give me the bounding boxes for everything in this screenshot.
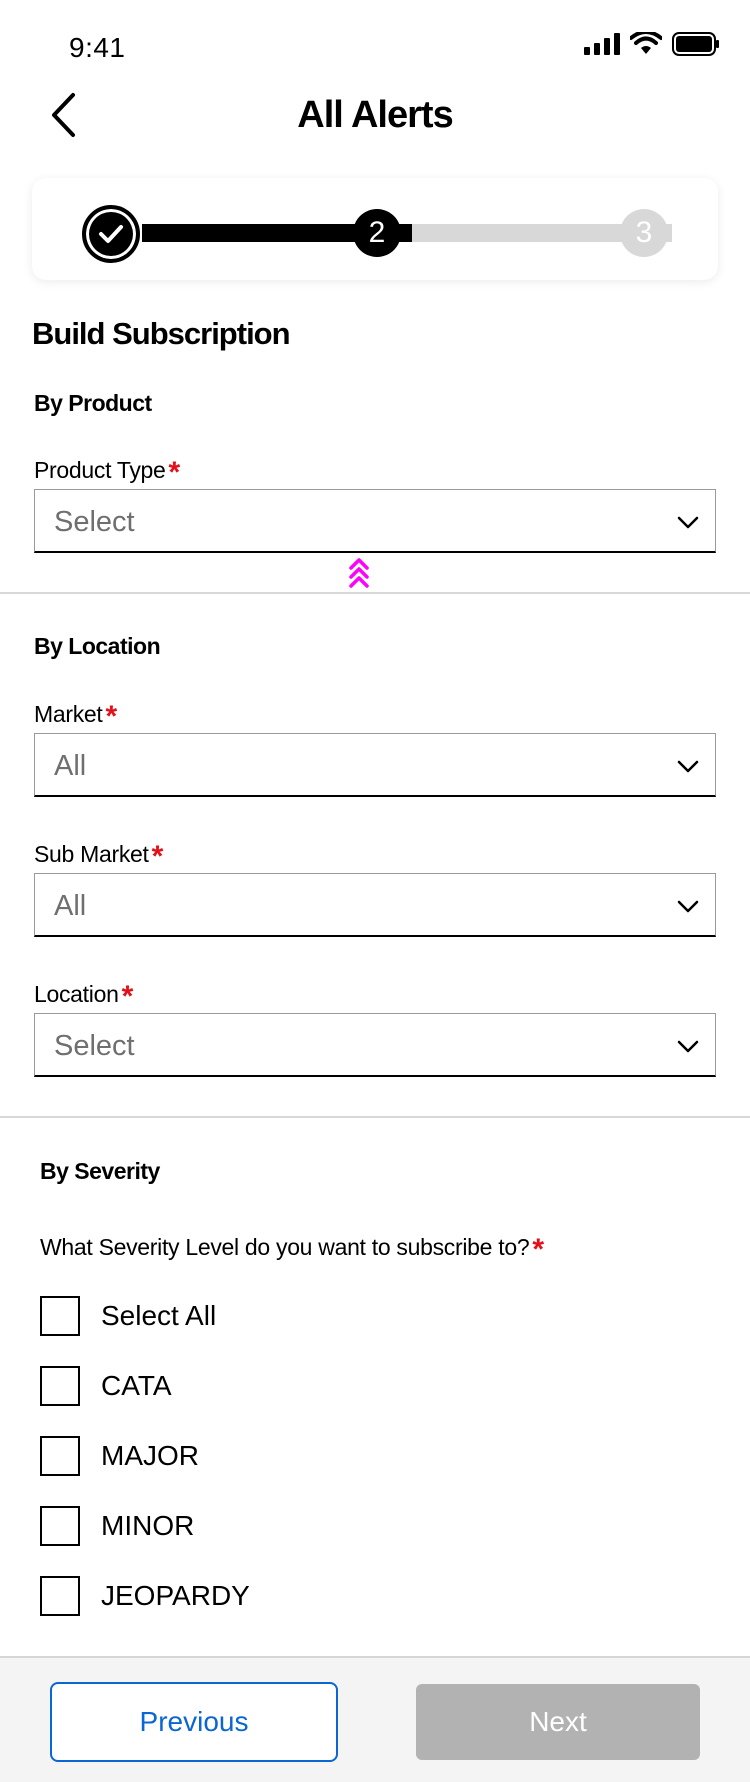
checkbox-label: JEOPARDY — [101, 1580, 250, 1611]
product-type-select[interactable]: Select — [34, 489, 716, 553]
checkbox-label: MINOR — [101, 1510, 195, 1541]
wifi-icon — [630, 32, 662, 54]
next-button[interactable]: Next — [416, 1684, 700, 1760]
checkbox-label: Select All — [101, 1300, 217, 1331]
chevron-down-icon — [677, 516, 699, 529]
market-select[interactable]: All — [34, 733, 716, 797]
checkbox-jeopardy[interactable]: JEOPARDY — [40, 1576, 250, 1616]
checkbox-major[interactable]: MAJOR — [40, 1436, 199, 1476]
check-icon — [99, 225, 123, 243]
nav-bar: All Alerts — [0, 80, 750, 150]
chevron-down-icon — [677, 760, 699, 773]
step-2-current: 2 — [353, 209, 401, 257]
checkbox[interactable] — [40, 1436, 80, 1476]
checkbox-cata[interactable]: CATA — [40, 1366, 172, 1406]
section-title: Build Subscription — [32, 316, 291, 351]
step-3-upcoming: 3 — [620, 209, 668, 257]
by-product-heading: By Product — [34, 390, 152, 416]
severity-question: What Severity Level do you want to subsc… — [40, 1233, 544, 1266]
checkbox-minor[interactable]: MINOR — [40, 1506, 194, 1546]
required-asterisk: * — [168, 456, 181, 489]
sub-market-label: Sub Market * — [34, 840, 164, 873]
bottom-action-bar: Previous Next — [0, 1656, 750, 1782]
step-1-completed — [82, 205, 140, 263]
by-location-heading: By Location — [34, 633, 161, 659]
checkbox[interactable] — [40, 1366, 80, 1406]
previous-button[interactable]: Previous — [50, 1682, 338, 1762]
section-divider — [0, 1116, 750, 1118]
checkbox[interactable] — [40, 1506, 80, 1546]
page-header-title: All Alerts — [297, 94, 453, 136]
market-value: All — [54, 750, 87, 782]
battery-icon — [672, 32, 719, 56]
by-severity-heading: By Severity — [40, 1158, 160, 1184]
status-time: 9:41 — [69, 32, 126, 63]
sub-market-value: All — [54, 890, 87, 922]
location-value: Select — [54, 1030, 135, 1062]
market-label: Market * — [34, 700, 118, 733]
checkbox-label: CATA — [101, 1370, 172, 1401]
checkbox-select-all[interactable]: Select All — [40, 1296, 216, 1336]
sub-market-select[interactable]: All — [34, 873, 716, 937]
product-type-value: Select — [54, 506, 135, 538]
chevron-down-icon — [677, 900, 699, 913]
drag-handle-icon[interactable] — [346, 556, 372, 592]
required-asterisk: * — [105, 700, 118, 733]
checkbox[interactable] — [40, 1296, 80, 1336]
signal-icon — [584, 33, 620, 55]
required-asterisk: * — [121, 980, 134, 1013]
product-type-label: Product Type * — [34, 456, 181, 489]
location-label: Location * — [34, 980, 134, 1013]
location-select[interactable]: Select — [34, 1013, 716, 1077]
required-asterisk: * — [151, 840, 164, 873]
status-bar: 9:41 — [0, 0, 750, 90]
progress-stepper: 2 3 — [32, 178, 718, 280]
chevron-down-icon — [677, 1040, 699, 1053]
checkbox-label: MAJOR — [101, 1440, 199, 1471]
required-asterisk: * — [532, 1233, 544, 1266]
section-divider — [0, 592, 750, 594]
checkbox[interactable] — [40, 1576, 80, 1616]
status-icons — [584, 32, 720, 56]
